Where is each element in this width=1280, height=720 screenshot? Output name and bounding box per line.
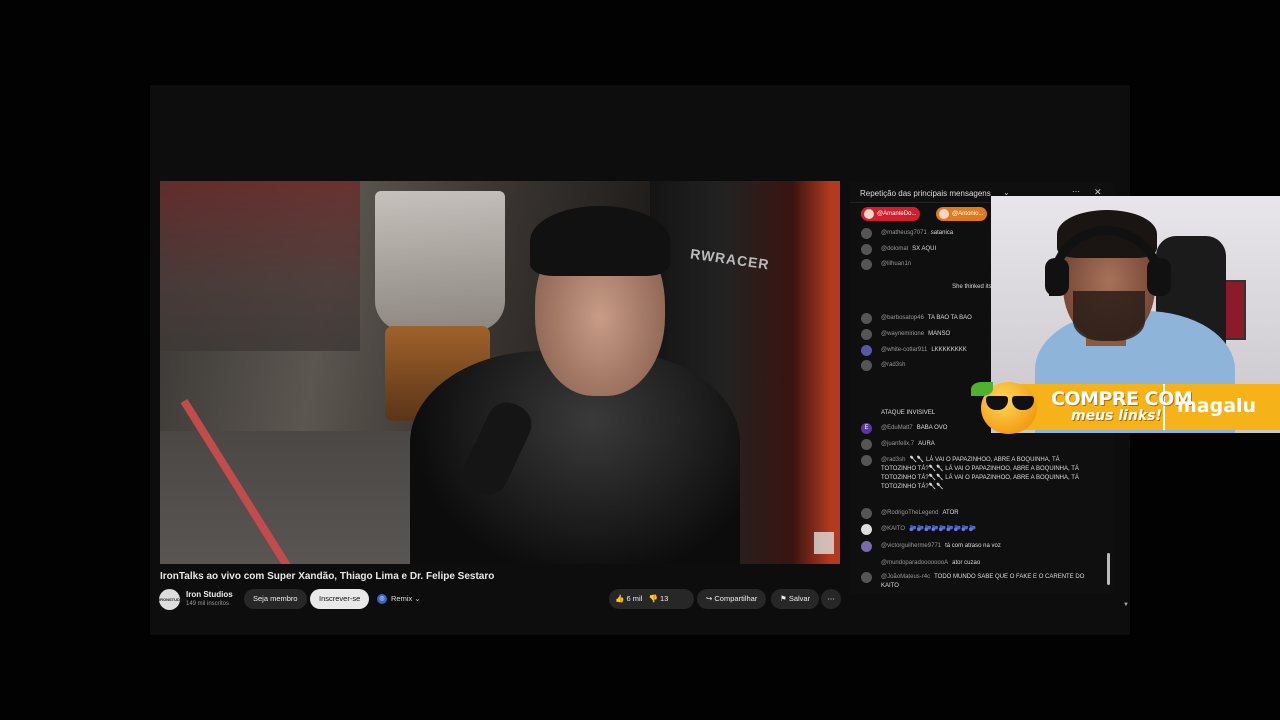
author-name[interactable]: @waynemirione bbox=[881, 331, 924, 337]
streamer-beard bbox=[1073, 291, 1145, 341]
user-avatar bbox=[861, 313, 872, 324]
more-icon: ⋯ bbox=[827, 594, 835, 603]
chat-mode-title[interactable]: Repetição das principais mensagens bbox=[860, 189, 991, 198]
podcast-guest bbox=[410, 201, 740, 564]
dislike-count: 13 bbox=[659, 594, 669, 603]
author-name[interactable]: @matheusg7071 bbox=[881, 230, 927, 236]
user-avatar bbox=[861, 455, 872, 466]
thumbs-up-icon: 👍 bbox=[615, 594, 625, 603]
message-text: 🫐🫐🫐🫐🫐🫐🫐🫐🫐 bbox=[909, 526, 977, 532]
chevron-down-icon: ⌄ bbox=[414, 594, 421, 603]
leaf-icon bbox=[971, 382, 993, 396]
message-text: TA BAO TA BAO bbox=[927, 315, 972, 321]
user-avatar bbox=[861, 228, 872, 239]
chip-label: @AmanteDo... bbox=[877, 211, 917, 217]
message-text: AURA bbox=[918, 441, 935, 447]
message-text: MANSO bbox=[928, 331, 951, 337]
message-text: ATOR bbox=[942, 510, 959, 516]
chip-avatar bbox=[939, 209, 949, 219]
user-avatar bbox=[861, 541, 872, 552]
share-icon: ↪ bbox=[706, 594, 713, 603]
author-name[interactable]: @dolomal bbox=[881, 246, 908, 252]
scroll-down-icon[interactable]: ▼ bbox=[1123, 602, 1129, 608]
save-button[interactable]: ⚑ Salvar bbox=[771, 589, 820, 609]
more-actions-button[interactable]: ⋯ bbox=[821, 589, 841, 609]
message-text: LKKKKKKKK bbox=[931, 347, 967, 353]
author-name[interactable]: @EduMatt7 bbox=[881, 425, 913, 431]
author-name[interactable]: @white-cotlar911 bbox=[881, 347, 927, 353]
user-avatar bbox=[861, 360, 872, 371]
banner-line1: COMPRE COM bbox=[1051, 388, 1193, 410]
player-overlay-icon bbox=[814, 532, 834, 554]
chip-avatar bbox=[864, 209, 874, 219]
remix-label: Remix bbox=[391, 594, 413, 603]
message-text: tá com atraso na voz bbox=[945, 543, 1001, 549]
headset-earcup bbox=[1147, 258, 1171, 296]
thumbs-down-icon: 👎 bbox=[648, 594, 658, 603]
author-name[interactable]: @mundoparadoooooooA bbox=[881, 560, 948, 566]
background-shelf bbox=[160, 181, 360, 351]
user-avatar bbox=[861, 439, 872, 450]
user-avatar bbox=[861, 524, 872, 535]
brand-logo: magalu bbox=[1177, 395, 1257, 417]
headset-earcup bbox=[1045, 258, 1069, 296]
like-button[interactable]: 👍 6 mil bbox=[615, 589, 642, 609]
subscribe-button[interactable]: Inscrever-se bbox=[310, 589, 370, 609]
sunglasses-icon bbox=[984, 396, 1036, 410]
channel-avatar[interactable]: IRONSTUDIOS bbox=[159, 589, 187, 610]
user-avatar bbox=[861, 508, 872, 519]
video-player[interactable]: RWRACER bbox=[160, 181, 840, 564]
remix-button[interactable]: ◎ Remix ⌄ bbox=[375, 589, 430, 609]
like-count: 6 mil bbox=[626, 594, 643, 603]
pinned-chip[interactable]: @AmanteDo... bbox=[861, 207, 921, 221]
dislike-button[interactable]: 👎 13 bbox=[649, 589, 669, 609]
user-avatar bbox=[861, 329, 872, 340]
message-text: 🥄🥄 LÁ VAI O PAPAZINHOO, ABRE A BOQUINHA,… bbox=[881, 457, 1079, 490]
like-dislike-group: 👍 6 mil 👎 13 bbox=[609, 589, 694, 609]
author-name[interactable]: @JoãoMateus-r4c bbox=[881, 574, 930, 580]
author-name[interactable]: @victorguilherme9771 bbox=[881, 543, 941, 549]
message-text: SX AQUI bbox=[912, 246, 937, 252]
message-text: ator cuzao bbox=[952, 560, 981, 566]
author-name[interactable]: @lilhuan1n bbox=[881, 261, 911, 267]
sponsor-banner: COMPRE COM meus links! magalu bbox=[967, 382, 1280, 434]
author-name[interactable]: @rad3sh bbox=[881, 457, 905, 463]
subscriber-count: 149 mil inscritos bbox=[186, 601, 230, 607]
stream-frame: RWRACER IronTalks ao vivo com Super Xand… bbox=[0, 0, 1280, 720]
share-button[interactable]: ↪ Compartilhar bbox=[697, 589, 767, 609]
channel-name[interactable]: Iron Studios bbox=[186, 590, 233, 599]
author-name[interactable]: @juanfelix.7 bbox=[881, 441, 914, 447]
author-name[interactable]: @RodrigoTheLegend bbox=[881, 510, 938, 516]
chat-more-icon[interactable]: ⋯ bbox=[1072, 187, 1080, 196]
user-avatar bbox=[861, 345, 872, 356]
bookmark-icon: ⚑ bbox=[780, 594, 787, 603]
author-name[interactable]: @KAITO bbox=[881, 526, 905, 532]
remix-icon: ◎ bbox=[377, 594, 387, 605]
message-text: BABA OVO bbox=[916, 425, 948, 431]
share-label: Compartilhar bbox=[714, 594, 758, 603]
guest-hair bbox=[530, 206, 670, 276]
author-name[interactable]: @rad3sh bbox=[881, 362, 905, 368]
chip-label: @Antonio... bbox=[952, 211, 984, 217]
message-text: ATAQUE INVISIVEL bbox=[881, 410, 936, 416]
author-name[interactable]: @barbosatop46 bbox=[881, 315, 924, 321]
user-avatar bbox=[861, 259, 872, 270]
banner-line2: meus links! bbox=[1071, 408, 1162, 424]
message-text: satanica bbox=[930, 230, 954, 236]
channel-row: IRONSTUDIOS Iron Studios 149 mil inscrit… bbox=[159, 588, 849, 610]
user-avatar: E bbox=[861, 423, 872, 434]
user-avatar bbox=[861, 572, 872, 583]
video-title: IronTalks ao vivo com Super Xandão, Thia… bbox=[160, 571, 495, 582]
user-avatar bbox=[861, 244, 872, 255]
pinned-chip[interactable]: @Antonio... bbox=[936, 207, 988, 221]
save-label: Salvar bbox=[788, 594, 811, 603]
chat-scrollbar[interactable] bbox=[1107, 553, 1110, 585]
join-button[interactable]: Seja membro bbox=[244, 589, 307, 609]
